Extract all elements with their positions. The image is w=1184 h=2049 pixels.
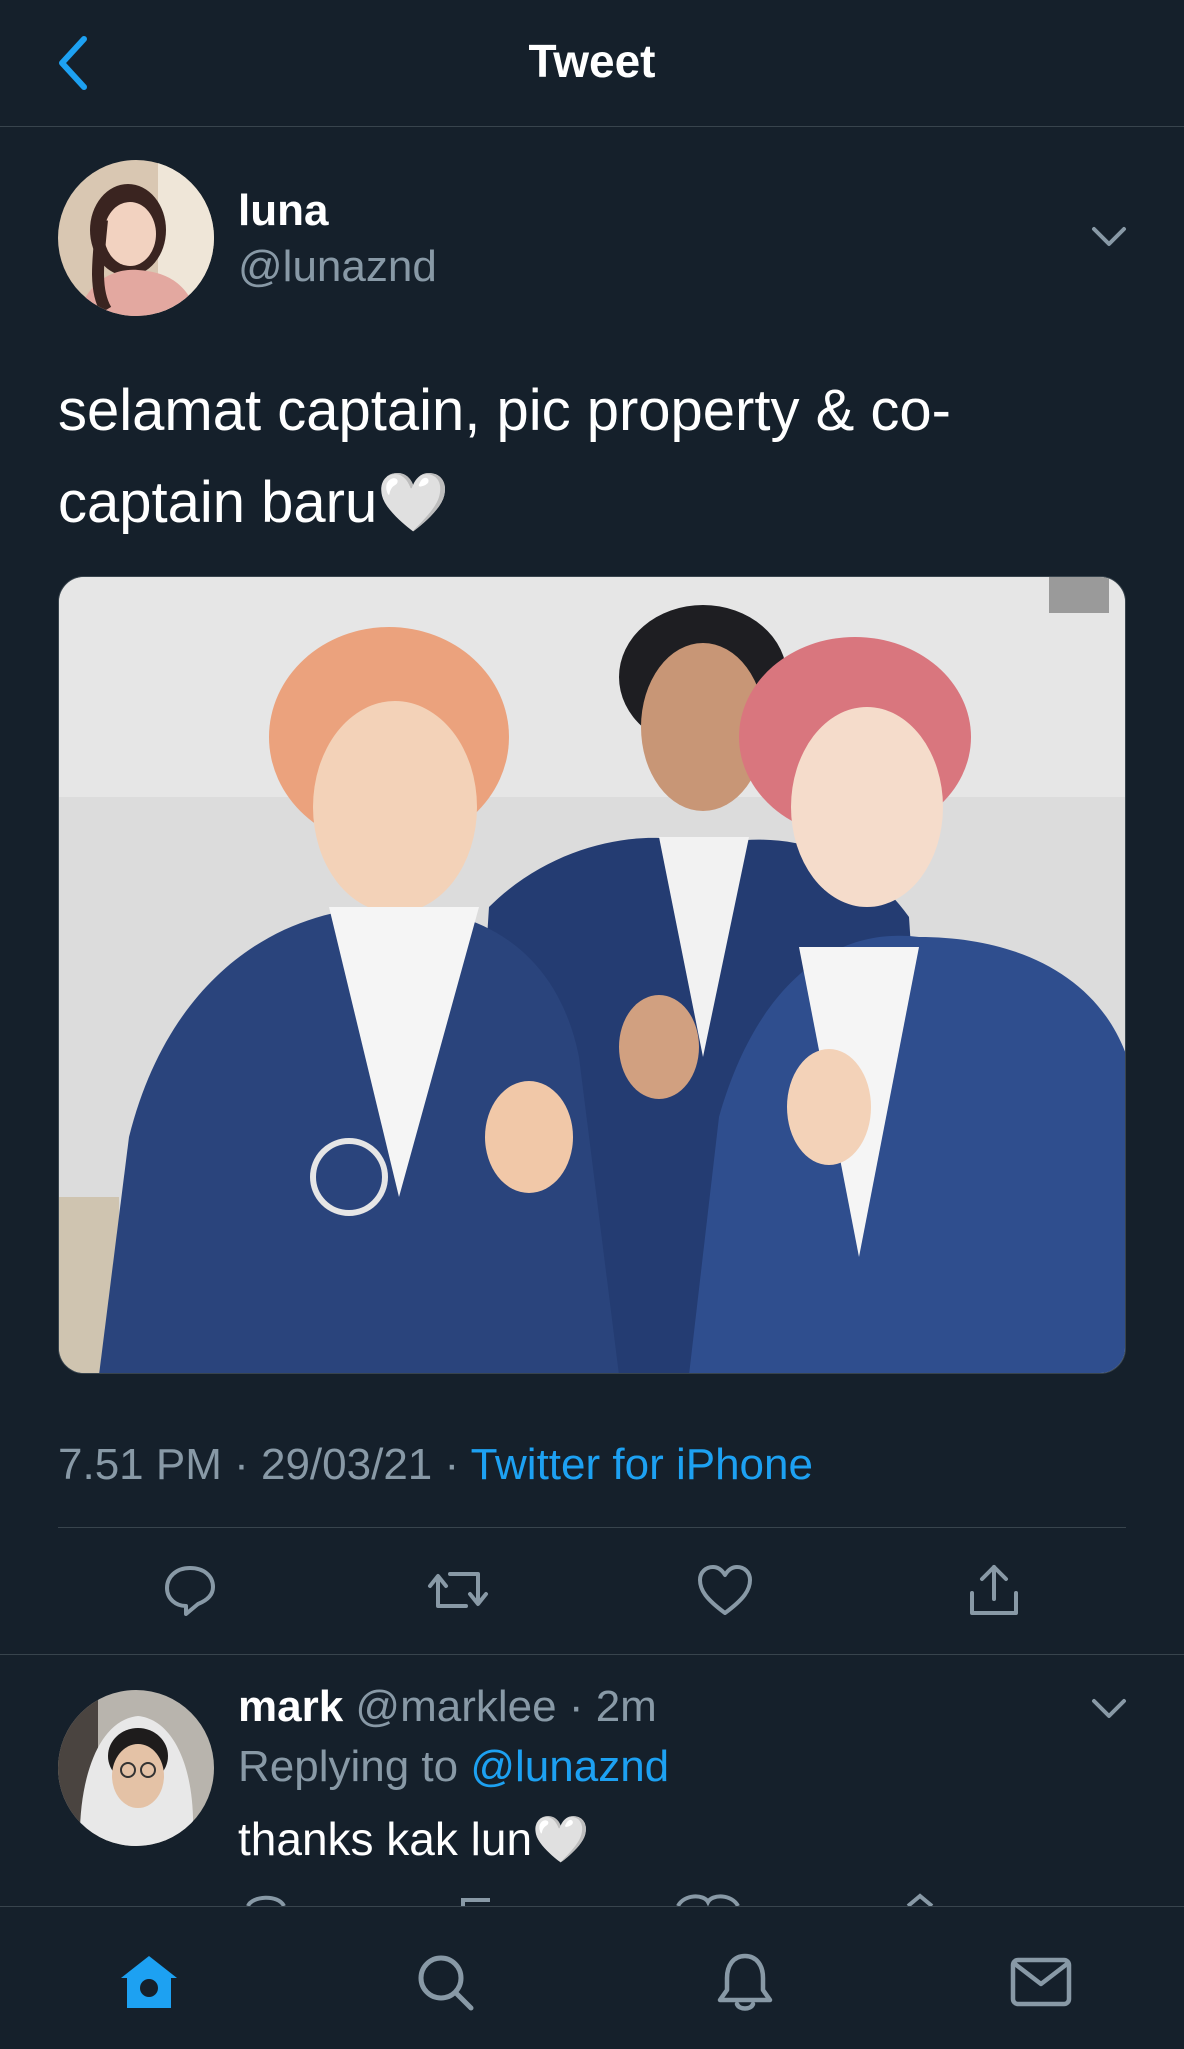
reply-text: thanks kak lun🤍 — [238, 1813, 590, 1865]
reply-author-handle[interactable]: @marklee — [355, 1682, 556, 1731]
share-button[interactable] — [954, 1550, 1034, 1630]
tweet-meta: 7.51 PM · 29/03/21 · Twitter for iPhone — [58, 1440, 813, 1490]
tab-home[interactable] — [104, 1937, 194, 2027]
tweet-time: 7.51 PM — [58, 1440, 222, 1489]
search-icon — [418, 1955, 474, 2011]
top-bar: Tweet — [0, 0, 1184, 127]
reply-options-button[interactable] — [1084, 1684, 1134, 1734]
tweet-source-link[interactable]: Twitter for iPhone — [471, 1440, 813, 1489]
reply-action-bar — [238, 1892, 1138, 1906]
separator: · — [556, 1682, 596, 1731]
tab-messages[interactable] — [996, 1937, 1086, 2027]
replying-to-label: Replying to — [238, 1742, 471, 1791]
mail-icon — [1010, 1957, 1072, 2007]
author-name[interactable]: luna — [238, 186, 328, 236]
comment-icon — [165, 1566, 215, 1616]
tab-search[interactable] — [400, 1937, 490, 2027]
replying-to: Replying to @lunaznd — [238, 1742, 669, 1792]
tweet-text-line: selamat captain, pic property & co- — [58, 378, 951, 443]
tweet-text: selamat captain, pic property & co- capt… — [58, 365, 1138, 549]
retweet-button[interactable] — [418, 1550, 498, 1630]
chevron-down-icon — [1092, 1699, 1126, 1718]
retweet-icon — [428, 1572, 488, 1608]
tweet-text-line: captain baru🤍 — [58, 470, 450, 535]
separator: · — [221, 1440, 261, 1489]
tweet-options-button[interactable] — [1084, 212, 1134, 262]
replying-to-handle[interactable]: @lunaznd — [470, 1742, 669, 1791]
divider — [0, 1654, 1184, 1655]
tweet-date: 29/03/21 — [260, 1440, 433, 1489]
reply-author-avatar[interactable] — [58, 1690, 214, 1846]
author-avatar[interactable] — [58, 160, 214, 316]
like-button[interactable] — [685, 1550, 765, 1630]
heart-icon — [698, 1565, 752, 1615]
separator: · — [432, 1440, 471, 1489]
share-icon — [970, 1565, 1018, 1615]
tweet-photo[interactable] — [58, 576, 1126, 1374]
reply-header: mark @marklee · 2m — [238, 1682, 657, 1732]
chevron-down-icon — [1092, 227, 1126, 246]
reply-author-name[interactable]: mark — [238, 1682, 343, 1731]
home-icon — [121, 1956, 177, 2008]
reply-age: 2m — [595, 1682, 657, 1731]
bottom-tab-bar — [0, 1906, 1184, 2049]
divider — [58, 1527, 1126, 1528]
bell-icon — [717, 1953, 773, 2011]
tab-notifications[interactable] — [700, 1937, 790, 2027]
author-handle[interactable]: @lunaznd — [238, 242, 437, 292]
reply-button[interactable] — [150, 1550, 230, 1630]
page-title: Tweet — [528, 35, 656, 87]
